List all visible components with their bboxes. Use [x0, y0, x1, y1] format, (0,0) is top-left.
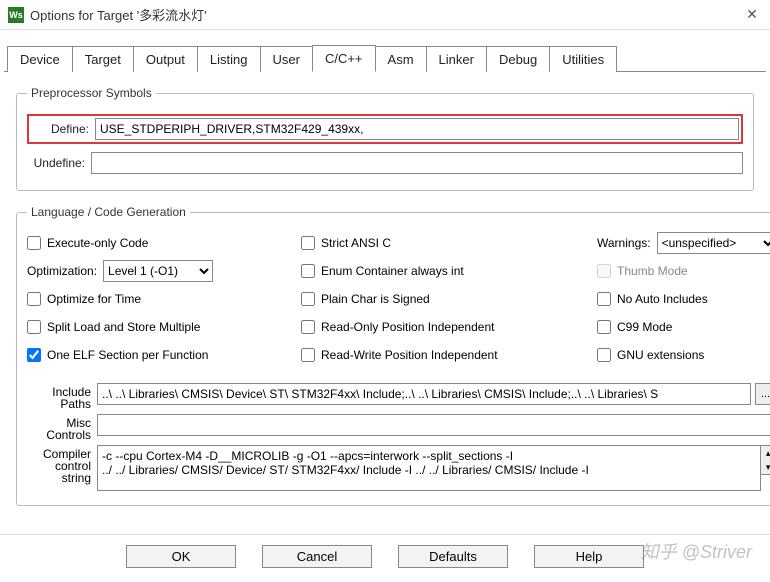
scroll-compiler-string[interactable]: ▴ ▾: [761, 445, 770, 475]
help-button[interactable]: Help: [534, 545, 644, 568]
tab-device[interactable]: Device: [7, 46, 73, 72]
chk-c99[interactable]: [597, 320, 611, 334]
titlebar: Ws Options for Target '多彩流水灯' ✕: [0, 0, 770, 30]
define-input[interactable]: [95, 118, 739, 140]
scroll-up-icon[interactable]: ▴: [761, 446, 770, 460]
lbl-warnings: Warnings:: [597, 236, 651, 250]
undefine-input[interactable]: [91, 152, 743, 174]
group-langgen: Language / Code Generation Execute-only …: [16, 205, 770, 506]
lbl-rw-pi: Read-Write Position Independent: [321, 348, 498, 362]
tab-c-cpp[interactable]: C/C++: [312, 45, 376, 72]
chk-enum-container[interactable]: [301, 264, 315, 278]
window-title: Options for Target '多彩流水灯': [30, 5, 742, 24]
tab-content: Preprocessor Symbols Define: Undefine: L…: [0, 72, 770, 528]
tab-listing[interactable]: Listing: [197, 46, 261, 72]
lbl-optimization: Optimization:: [27, 264, 97, 278]
lbl-compiler-string: Compiler control string: [27, 445, 97, 484]
lbl-split-load: Split Load and Store Multiple: [47, 320, 200, 334]
tab-linker[interactable]: Linker: [426, 46, 487, 72]
chk-rw-pi[interactable]: [301, 348, 315, 362]
defaults-button[interactable]: Defaults: [398, 545, 508, 568]
close-icon[interactable]: ✕: [742, 5, 762, 25]
chk-one-elf[interactable]: [27, 348, 41, 362]
chk-split-load[interactable]: [27, 320, 41, 334]
lbl-thumb: Thumb Mode: [617, 264, 688, 278]
group-preprocessor: Preprocessor Symbols Define: Undefine:: [16, 86, 754, 191]
btn-include-browse[interactable]: ...: [755, 383, 770, 405]
legend-langgen: Language / Code Generation: [27, 205, 190, 219]
lbl-one-elf: One ELF Section per Function: [47, 348, 208, 362]
tab-output[interactable]: Output: [133, 46, 198, 72]
tab-utilities[interactable]: Utilities: [549, 46, 617, 72]
lbl-c99: C99 Mode: [617, 320, 672, 334]
app-icon: Ws: [8, 7, 24, 23]
select-warnings[interactable]: <unspecified>: [657, 232, 770, 254]
lbl-include-paths: Include Paths: [27, 383, 97, 410]
tab-strip: Device Target Output Listing User C/C++ …: [4, 42, 766, 72]
lbl-misc-controls: Misc Controls: [27, 414, 97, 441]
cancel-button[interactable]: Cancel: [262, 545, 372, 568]
chk-gnu-ext[interactable]: [597, 348, 611, 362]
box-compiler-string: -c --cpu Cortex-M4 -D__MICROLIB -g -O1 -…: [97, 445, 761, 491]
chk-optimize-time[interactable]: [27, 292, 41, 306]
tab-target[interactable]: Target: [72, 46, 134, 72]
legend-preprocessor: Preprocessor Symbols: [27, 86, 156, 100]
chk-thumb: [597, 264, 611, 278]
lbl-gnu-ext: GNU extensions: [617, 348, 704, 362]
tab-user[interactable]: User: [260, 46, 313, 72]
dialog-button-bar: OK Cancel Defaults Help: [0, 534, 770, 576]
undefine-label: Undefine:: [27, 156, 91, 170]
ok-button[interactable]: OK: [126, 545, 236, 568]
define-highlight: Define:: [27, 114, 743, 144]
select-optimization[interactable]: Level 1 (-O1): [103, 260, 213, 282]
lbl-no-auto-inc: No Auto Includes: [617, 292, 708, 306]
chk-strict-ansi[interactable]: [301, 236, 315, 250]
chk-execute-only[interactable]: [27, 236, 41, 250]
lbl-strict-ansi: Strict ANSI C: [321, 236, 391, 250]
chk-plain-char[interactable]: [301, 292, 315, 306]
input-include-paths[interactable]: ..\ ..\ Libraries\ CMSIS\ Device\ ST\ ST…: [97, 383, 751, 405]
lbl-ro-pi: Read-Only Position Independent: [321, 320, 494, 334]
lbl-optimize-time: Optimize for Time: [47, 292, 141, 306]
lbl-enum-container: Enum Container always int: [321, 264, 464, 278]
chk-no-auto-inc[interactable]: [597, 292, 611, 306]
define-label: Define:: [31, 122, 95, 136]
input-misc-controls[interactable]: [97, 414, 770, 436]
tab-asm[interactable]: Asm: [375, 46, 427, 72]
lbl-execute-only: Execute-only Code: [47, 236, 148, 250]
tab-debug[interactable]: Debug: [486, 46, 550, 72]
chk-ro-pi[interactable]: [301, 320, 315, 334]
scroll-down-icon[interactable]: ▾: [761, 460, 770, 474]
lbl-plain-char: Plain Char is Signed: [321, 292, 430, 306]
